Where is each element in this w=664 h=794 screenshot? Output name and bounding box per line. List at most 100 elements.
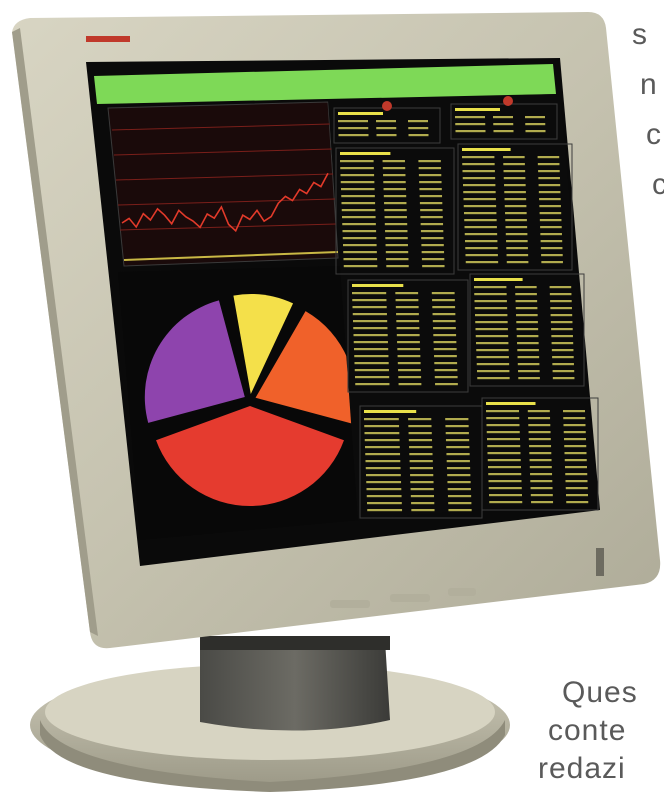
table-cell: [396, 334, 420, 337]
table-cell: [384, 202, 407, 205]
table-cell: [338, 120, 368, 123]
table-cell: [432, 320, 456, 323]
table-cell: [397, 341, 420, 344]
table-cell: [566, 494, 588, 497]
table-cell: [446, 453, 470, 456]
table-cell: [395, 306, 419, 309]
table-cell: [420, 209, 443, 212]
table-cell: [446, 467, 471, 470]
table-cell: [528, 438, 551, 441]
table-cell: [552, 370, 575, 373]
table-cell: [530, 473, 553, 476]
table-cell: [538, 170, 560, 173]
table-cell: [552, 377, 575, 380]
table-cell: [505, 219, 527, 222]
table-cell: [541, 261, 563, 264]
table-cell: [530, 480, 553, 483]
table-cell: [525, 123, 546, 126]
table-cell: [411, 509, 435, 512]
table-cell: [527, 410, 550, 413]
table-cell: [516, 321, 538, 324]
table-cell: [433, 327, 456, 330]
table-cell: [384, 223, 408, 226]
table-cell: [343, 258, 378, 261]
table-cell: [538, 184, 561, 187]
table-cell: [474, 286, 507, 289]
table-cell: [564, 459, 587, 462]
table-header: [462, 148, 511, 151]
table-cell: [448, 502, 472, 505]
table-cell: [411, 502, 435, 505]
table-cell: [408, 425, 432, 428]
table-cell: [410, 495, 435, 498]
table-cell: [517, 356, 540, 359]
table-cell: [475, 314, 508, 317]
table-cell: [525, 116, 545, 119]
table-cell: [465, 247, 498, 250]
table-cell: [432, 313, 456, 316]
table-cell: [462, 170, 495, 173]
table-cell: [539, 219, 562, 222]
table-cell: [354, 348, 389, 351]
table-cell: [455, 130, 486, 133]
table-cell: [385, 244, 408, 247]
table-cell: [551, 328, 573, 331]
table-cell: [420, 230, 444, 233]
table-cell: [530, 494, 553, 497]
table-cell: [488, 473, 522, 476]
table-cell: [504, 205, 527, 208]
table-cell: [355, 383, 390, 386]
table-cell: [432, 299, 455, 302]
table-cell: [410, 474, 434, 477]
table-cell: [376, 134, 397, 137]
table-cell: [383, 195, 407, 198]
table-cell: [367, 502, 402, 505]
table-cell: [455, 116, 485, 119]
table-cell: [525, 130, 546, 133]
table-cell: [418, 167, 442, 170]
table-cell: [398, 383, 422, 386]
table-cell: [487, 438, 520, 441]
table-cell: [341, 195, 375, 198]
table-cell: [352, 292, 387, 295]
table-cell: [421, 244, 444, 247]
table-cell: [528, 424, 551, 427]
table-cell: [341, 209, 376, 212]
table-cell: [446, 460, 470, 463]
table-cell: [504, 191, 526, 194]
table-cell: [528, 417, 551, 420]
table-cell: [433, 348, 457, 351]
table-cell: [409, 453, 433, 456]
table-cell: [551, 335, 573, 338]
table-header: [338, 112, 383, 115]
table-cell: [353, 327, 388, 330]
table-cell: [528, 431, 551, 434]
table-cell: [408, 120, 428, 123]
table-cell: [395, 299, 419, 302]
table-cell: [433, 334, 457, 337]
table-cell: [462, 156, 495, 159]
table-cell: [409, 467, 434, 470]
table-cell: [563, 424, 586, 427]
table-cell: [476, 342, 509, 345]
table-cell: [531, 501, 554, 504]
table-cell: [364, 425, 400, 428]
table-cell: [503, 170, 526, 173]
table-cell: [564, 445, 587, 448]
table-cell: [476, 363, 510, 366]
table-cell: [515, 307, 538, 310]
table-cell: [539, 212, 562, 215]
table-cell: [342, 216, 376, 219]
table-cell: [385, 251, 409, 254]
table-cell: [465, 254, 498, 257]
data-tables: [328, 94, 599, 520]
table-cell: [516, 328, 539, 331]
table-cell: [515, 300, 538, 303]
table-cell: [353, 334, 388, 337]
table-cell: [365, 453, 401, 456]
table-cell: [551, 349, 574, 352]
table-cell: [540, 233, 562, 236]
table-cell: [539, 205, 561, 208]
table-header: [455, 108, 500, 111]
table-cell: [465, 240, 498, 243]
